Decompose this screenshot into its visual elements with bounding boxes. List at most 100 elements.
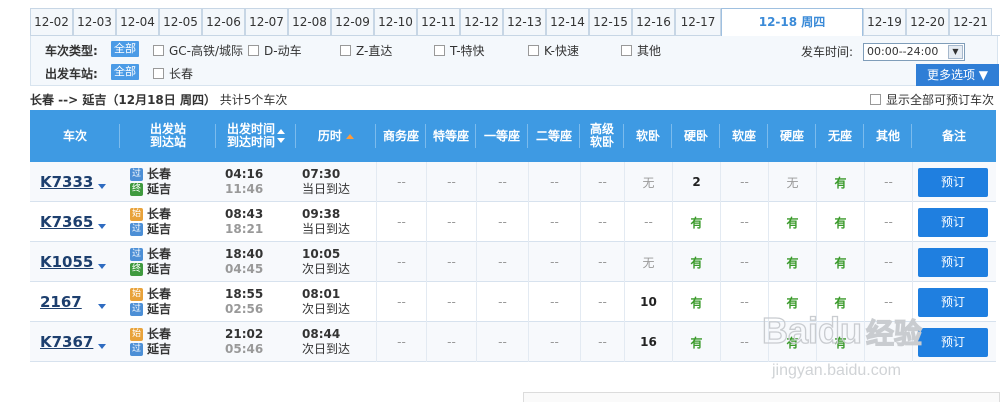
chevron-down-icon[interactable] bbox=[98, 184, 106, 189]
sort-down-icon[interactable] bbox=[277, 138, 285, 143]
train-type-all-button[interactable]: 全部 bbox=[111, 41, 139, 57]
from-station[interactable]: 长春 bbox=[147, 287, 171, 302]
train-type-checkbox[interactable]: K-快速 bbox=[528, 42, 579, 59]
date-tab[interactable]: 12-06 bbox=[202, 8, 245, 35]
date-tab[interactable]: 12-03 bbox=[73, 8, 116, 35]
header-train[interactable]: 车次 bbox=[30, 110, 120, 162]
station-all-button[interactable]: 全部 bbox=[111, 64, 139, 80]
train-code-link[interactable]: K7365 bbox=[40, 213, 93, 231]
to-station[interactable]: 延吉 bbox=[147, 222, 171, 237]
seat-availability: -- bbox=[498, 255, 507, 269]
date-tab[interactable]: 12-13 bbox=[503, 8, 546, 35]
show-all-checkbox[interactable]: 显示全部可预订车次 bbox=[869, 91, 994, 108]
date-tab[interactable]: 12-14 bbox=[546, 8, 589, 35]
seat-availability: 无 bbox=[642, 175, 655, 190]
from-station[interactable]: 长春 bbox=[147, 167, 171, 182]
chevron-down-icon[interactable] bbox=[98, 224, 106, 229]
station-cell: 始长春 过延吉 bbox=[130, 207, 171, 237]
from-station[interactable]: 长春 bbox=[147, 327, 171, 342]
train-type-checkbox[interactable]: 其他 bbox=[621, 42, 661, 59]
table-header: 车次 出发站 到达站 出发时间 到达时间 历时 商务座 特等座 一等座 二等座 高级 软卧 软卧… bbox=[30, 110, 996, 162]
seat-availability: -- bbox=[498, 335, 507, 349]
to-station[interactable]: 延吉 bbox=[147, 262, 171, 277]
date-tab[interactable]: 12-12 bbox=[460, 8, 503, 35]
seat-availability: -- bbox=[598, 255, 607, 269]
chevron-down-icon[interactable] bbox=[98, 304, 106, 309]
seat-cell-second: -- bbox=[528, 202, 580, 242]
date-tab[interactable]: 12-04 bbox=[116, 8, 159, 35]
header-no-seat: 无座 bbox=[816, 110, 864, 162]
seat-cell-first: -- bbox=[476, 322, 528, 362]
seat-cell-no-seat: 有 bbox=[816, 202, 864, 242]
sort-up-icon[interactable] bbox=[346, 133, 355, 139]
date-tab[interactable]: 12-21 bbox=[949, 8, 992, 35]
checkbox-icon[interactable] bbox=[340, 45, 351, 56]
station-type-badge: 终 bbox=[130, 263, 143, 276]
checkbox-icon[interactable] bbox=[869, 94, 881, 105]
train-code-link[interactable]: K1055 bbox=[40, 253, 93, 271]
date-tab[interactable]: 12-10 bbox=[374, 8, 417, 35]
station-cell: 始长春 过延吉 bbox=[130, 287, 171, 317]
train-type-checkbox[interactable]: D-动车 bbox=[248, 42, 302, 59]
header-first-label: 一等座 bbox=[483, 128, 520, 143]
seat-cell-no-seat: 有 bbox=[816, 162, 864, 202]
date-tab[interactable]: 12-11 bbox=[417, 8, 460, 35]
depart-time-select[interactable]: 00:00--24:00 ▼ bbox=[863, 43, 965, 61]
to-station[interactable]: 延吉 bbox=[147, 182, 171, 197]
to-station[interactable]: 延吉 bbox=[147, 342, 171, 357]
seat-cell-hard-sleeper: 2 bbox=[672, 162, 720, 202]
train-count: 共计5个车次 bbox=[219, 93, 288, 107]
station-type-badge: 过 bbox=[130, 248, 143, 261]
train-type-checkbox[interactable]: Z-直达 bbox=[340, 42, 392, 59]
checkbox-icon[interactable] bbox=[153, 45, 164, 56]
dropdown-arrow-icon[interactable]: ▼ bbox=[948, 45, 963, 59]
seat-availability: -- bbox=[550, 335, 559, 349]
checkbox-icon[interactable] bbox=[153, 68, 164, 79]
header-times[interactable]: 出发时间 到达时间 bbox=[216, 110, 296, 162]
date-tab[interactable]: 12-05 bbox=[159, 8, 202, 35]
book-button[interactable]: 预订 bbox=[918, 168, 988, 197]
sort-up-icon[interactable] bbox=[277, 129, 285, 134]
seat-cell-second: -- bbox=[528, 282, 580, 322]
checkbox-icon[interactable] bbox=[248, 45, 259, 56]
train-code-link[interactable]: 2167 bbox=[40, 293, 82, 311]
train-code-link[interactable]: K7333 bbox=[40, 173, 93, 191]
train-type-checkbox[interactable]: GC-高铁/城际 bbox=[153, 42, 243, 59]
date-tab[interactable]: 12-16 bbox=[632, 8, 675, 35]
duration-cell: 10:05 次日到达 bbox=[302, 247, 350, 277]
arrive-day: 次日到达 bbox=[302, 302, 351, 316]
book-button[interactable]: 预订 bbox=[918, 248, 988, 277]
date-tab[interactable]: 12-17 bbox=[675, 8, 721, 35]
checkbox-icon[interactable] bbox=[621, 45, 632, 56]
header-second-label: 二等座 bbox=[535, 128, 572, 143]
checkbox-icon[interactable] bbox=[434, 45, 445, 56]
header-soft-seat: 软座 bbox=[720, 110, 768, 162]
chevron-down-icon[interactable] bbox=[98, 344, 106, 349]
book-button[interactable]: 预订 bbox=[918, 208, 988, 237]
date-tab[interactable]: 12-20 bbox=[906, 8, 949, 35]
date-tab[interactable]: 12-15 bbox=[589, 8, 632, 35]
to-station[interactable]: 延吉 bbox=[147, 302, 171, 317]
seat-cell-soft-seat: -- bbox=[720, 242, 768, 282]
seat-cell-special: -- bbox=[426, 242, 476, 282]
date-tab[interactable]: 12-08 bbox=[288, 8, 331, 35]
date-tab[interactable]: 12-02 bbox=[30, 8, 73, 35]
more-options-button[interactable]: 更多选项 ▼ bbox=[916, 64, 999, 86]
date-tab[interactable]: 12-09 bbox=[331, 8, 374, 35]
from-station[interactable]: 长春 bbox=[147, 207, 171, 222]
date-tab[interactable]: 12-07 bbox=[245, 8, 288, 35]
date-tab[interactable]: 12-18 周四 bbox=[721, 8, 863, 38]
header-hard-sleeper: 硬卧 bbox=[672, 110, 720, 162]
header-soft-sleeper: 软卧 bbox=[624, 110, 672, 162]
seat-cell-premium: -- bbox=[580, 242, 624, 282]
checkbox-icon[interactable] bbox=[528, 45, 539, 56]
station-checkbox-changchun[interactable]: 长春 bbox=[153, 65, 193, 82]
train-type-checkbox[interactable]: T-特快 bbox=[434, 42, 485, 59]
chevron-down-icon[interactable] bbox=[98, 264, 106, 269]
from-station[interactable]: 长春 bbox=[147, 247, 171, 262]
date-tab[interactable]: 12-19 bbox=[863, 8, 906, 35]
train-code-link[interactable]: K7367 bbox=[40, 333, 93, 351]
arrive-time: 02:56 bbox=[225, 302, 264, 316]
header-duration[interactable]: 历时 bbox=[296, 110, 376, 162]
arrive-day: 当日到达 bbox=[302, 182, 351, 196]
